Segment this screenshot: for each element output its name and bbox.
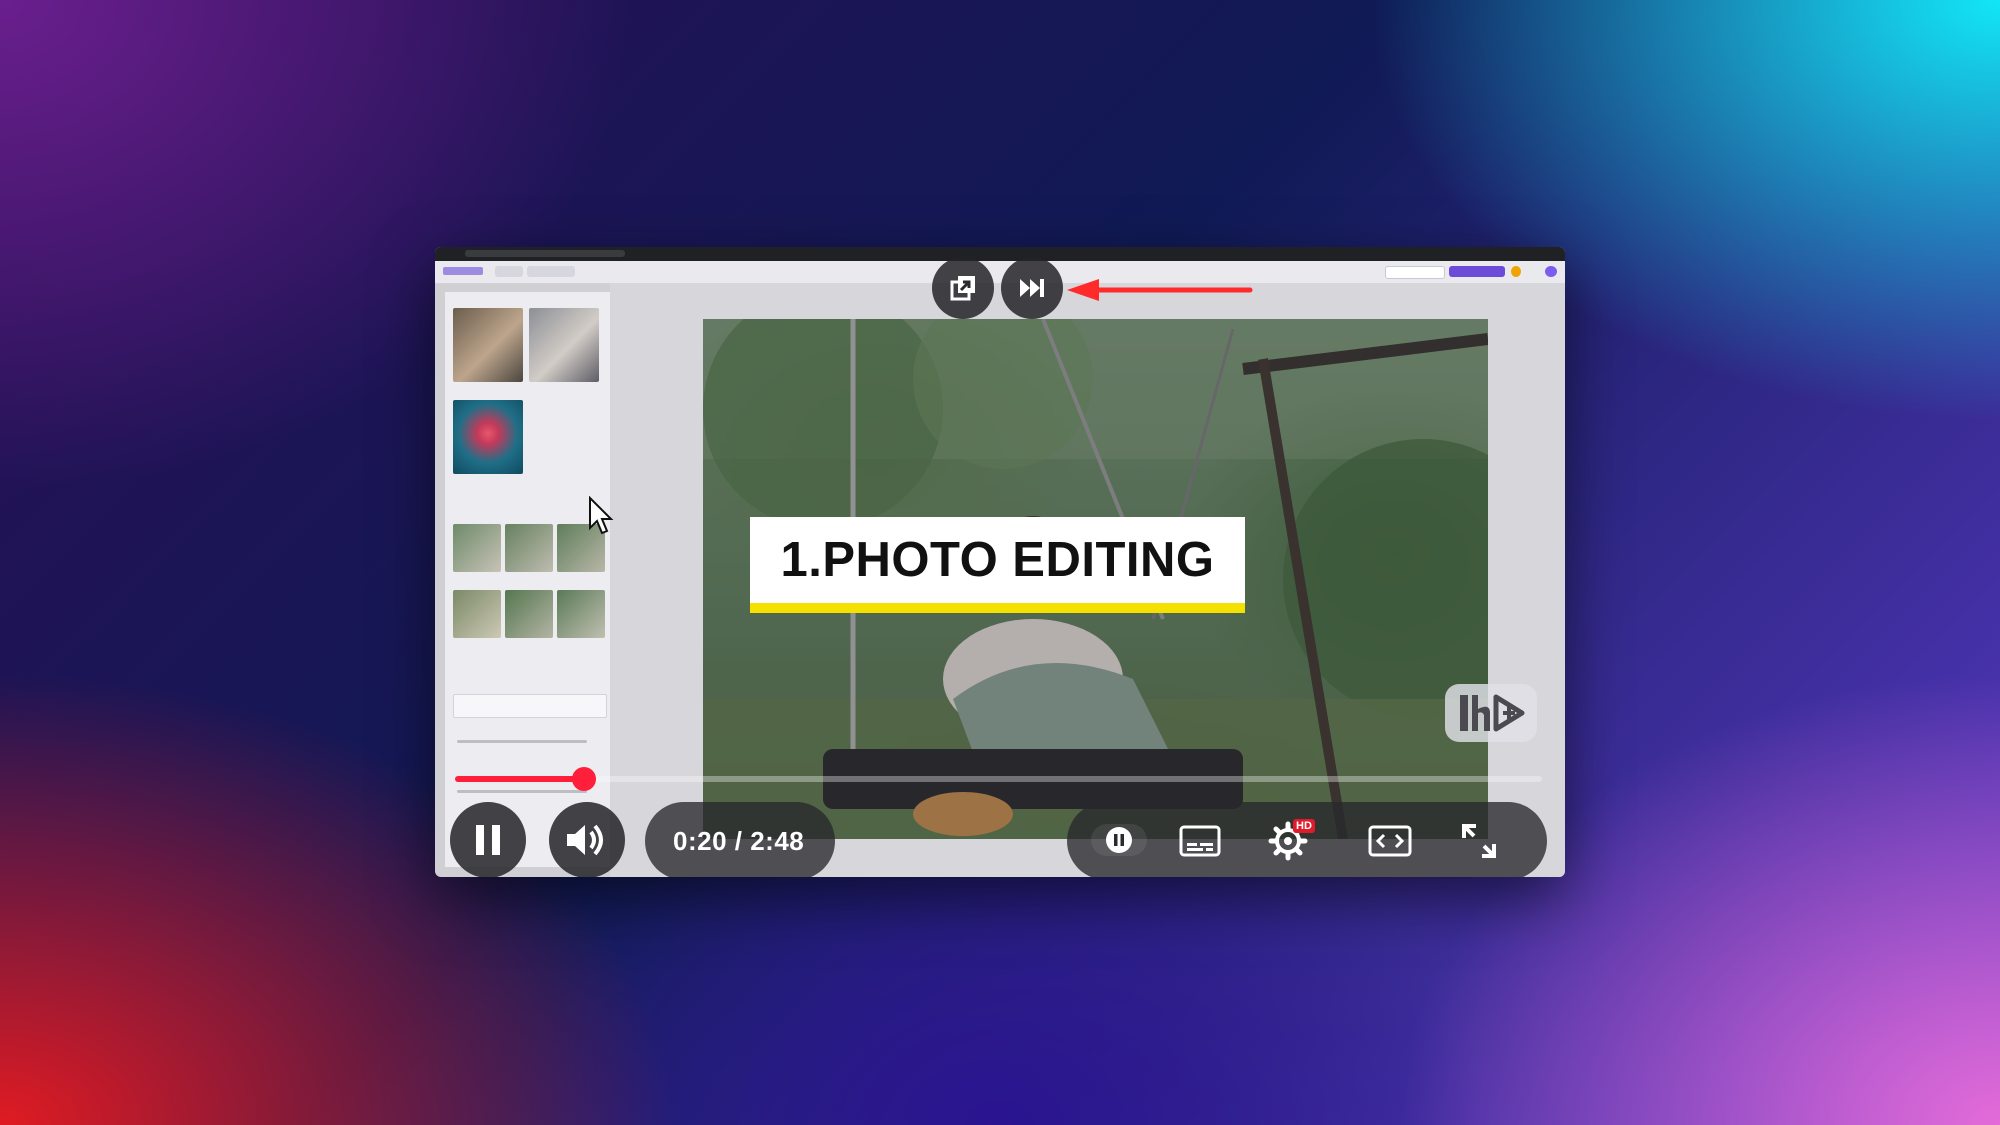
channel-logo-icon bbox=[1454, 691, 1528, 735]
pause-icon bbox=[473, 823, 503, 857]
volume-button[interactable] bbox=[549, 802, 625, 877]
next-icon bbox=[1018, 277, 1046, 299]
miniplayer-icon bbox=[948, 273, 978, 303]
video-player-window[interactable]: 1.PHOTO EDITING 0:20 / 2:48 HD bbox=[435, 247, 1565, 877]
annotation-arrow bbox=[1067, 279, 1253, 301]
autoplay-toggle-icon bbox=[1105, 826, 1133, 854]
title-card: 1.PHOTO EDITING bbox=[750, 517, 1245, 613]
fullscreen-button[interactable] bbox=[1457, 819, 1501, 863]
hd-badge: HD bbox=[1293, 819, 1315, 833]
time-display: 0:20 / 2:48 bbox=[673, 826, 805, 856]
play-pause-button[interactable] bbox=[450, 802, 526, 877]
captions-button[interactable] bbox=[1175, 821, 1225, 861]
channel-logo[interactable] bbox=[1445, 684, 1537, 742]
time-display-pill: 0:20 / 2:48 bbox=[645, 802, 835, 877]
mouse-cursor-icon bbox=[589, 496, 614, 535]
recorded-browser-bar bbox=[435, 247, 1565, 261]
fullscreen-icon bbox=[1460, 822, 1498, 860]
theater-mode-button[interactable] bbox=[1365, 821, 1415, 861]
progress-scrubber[interactable] bbox=[572, 767, 596, 791]
captions-icon bbox=[1179, 825, 1221, 857]
progress-bar[interactable] bbox=[455, 776, 1542, 782]
title-card-text: 1.PHOTO EDITING bbox=[780, 533, 1215, 587]
volume-icon bbox=[565, 822, 609, 858]
theater-mode-icon bbox=[1368, 825, 1412, 857]
progress-bar-fill bbox=[455, 776, 584, 782]
recorded-app-header bbox=[435, 261, 1565, 284]
next-video-button[interactable] bbox=[1001, 257, 1063, 319]
autoplay-toggle[interactable] bbox=[1091, 824, 1147, 856]
miniplayer-button[interactable] bbox=[932, 257, 994, 319]
